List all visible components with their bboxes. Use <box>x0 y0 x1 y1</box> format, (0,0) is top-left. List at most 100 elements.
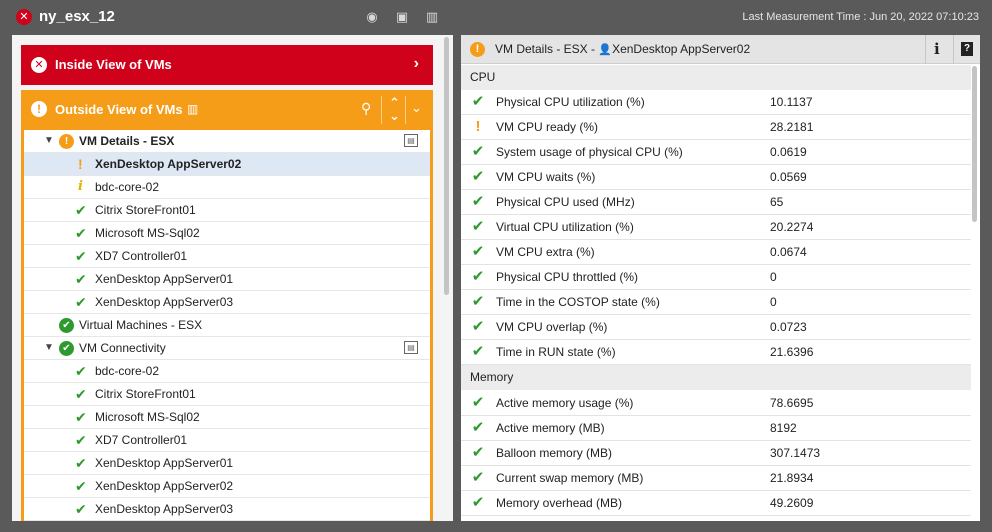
divider <box>953 35 954 64</box>
tree-group-vm-connectivity[interactable]: ▼ ✔ VM Connectivity ▤ <box>24 337 430 360</box>
tree-item[interactable]: ✔ XenDesktop AppServer01 <box>24 452 430 475</box>
tree-item[interactable]: ✔ Microsoft MS-Sql02 <box>24 222 430 245</box>
warning-icon: ! <box>31 101 47 117</box>
right-panel: ! VM Details - ESX - 👤XenDesktop AppServ… <box>461 35 980 521</box>
help-icon[interactable]: ? <box>961 42 973 56</box>
metric-name: Physical CPU throttled (%) <box>496 270 639 284</box>
info-icon: i <box>78 179 83 194</box>
caret-down-icon[interactable]: ▼ <box>44 337 54 359</box>
warning-icon: ! <box>475 118 481 135</box>
metric-value: 65 <box>770 195 784 209</box>
check-icon: ✔ <box>471 469 485 486</box>
tree-item[interactable]: ✔ bdc-core-02 <box>24 360 430 383</box>
metric-row[interactable]: ✔ VM CPU overlap (%) 0.0723 <box>461 315 971 340</box>
tree-item-label: XD7 Controller01 <box>95 249 188 263</box>
check-icon: ✔ <box>75 225 87 241</box>
metric-name: VM CPU waits (%) <box>496 170 596 184</box>
metric-row[interactable]: ! VM CPU ready (%) 28.2181 <box>461 115 971 140</box>
metric-value: 307.1473 <box>770 446 821 460</box>
metric-row[interactable]: ✔ Physical CPU used (MHz) 65 <box>461 190 971 215</box>
metric-row[interactable]: ✔ Virtual CPU utilization (%) 20.2274 <box>461 215 971 240</box>
check-icon: ✔ <box>471 168 485 185</box>
info-icon[interactable]: i <box>934 40 940 58</box>
metric-value: 20.2274 <box>770 220 814 234</box>
metric-row[interactable]: ✔ Physical CPU utilization (%) 10.1137 <box>461 90 971 115</box>
metric-name: VM CPU ready (%) <box>496 120 599 134</box>
check-circle-icon: ✔ <box>59 341 74 356</box>
metric-row[interactable]: ✔ System usage of physical CPU (%) 0.0619 <box>461 140 971 165</box>
metric-name: Physical CPU used (MHz) <box>496 195 635 209</box>
metric-value: 0.0674 <box>770 245 807 259</box>
tree-item-label: Microsoft MS-Sql02 <box>95 226 200 240</box>
report-icon[interactable]: ▤ <box>404 341 418 354</box>
inside-view-bar[interactable]: ✕ Inside View of VMs › <box>21 45 433 85</box>
tree-item-label: XenDesktop AppServer03 <box>95 502 234 516</box>
metric-row[interactable]: ✔ Balloon memory (MB) 307.1473 <box>461 441 971 466</box>
metric-name: VM CPU extra (%) <box>496 245 595 259</box>
tree-group-label: VM Connectivity <box>79 341 166 355</box>
check-icon: ✔ <box>75 202 87 218</box>
metric-row[interactable]: ✔ Time in the COSTOP state (%) 0 <box>461 290 971 315</box>
details-header: ! VM Details - ESX - 👤XenDesktop AppServ… <box>461 35 980 64</box>
outside-view-label: Outside View of VMs <box>55 102 183 117</box>
divider <box>405 96 406 124</box>
caret-down-icon[interactable]: ▼ <box>44 130 54 152</box>
tree-item[interactable]: ✔ XD7 Controller01 <box>24 429 430 452</box>
tree-group-virtual-machines[interactable]: ✔ Virtual Machines - ESX <box>24 314 430 337</box>
left-scrollbar[interactable] <box>444 37 449 295</box>
metric-value: 0 <box>770 270 777 284</box>
chevron-right-icon[interactable]: › <box>414 55 419 73</box>
metric-name: Physical CPU utilization (%) <box>496 95 645 109</box>
metric-row[interactable]: ✔ Physical CPU throttled (%) 0 <box>461 265 971 290</box>
tree-group-label: VM Details - ESX <box>79 134 175 148</box>
metric-row[interactable]: ✔ Active memory (MB) 8192 <box>461 416 971 441</box>
check-icon: ✔ <box>471 143 485 160</box>
check-icon: ✔ <box>75 455 87 471</box>
metric-value: 21.8934 <box>770 471 814 485</box>
check-icon: ✔ <box>75 501 87 517</box>
tree-group-vm-details[interactable]: ▼ ! VM Details - ESX ▤ <box>24 130 430 153</box>
check-icon: ✔ <box>75 294 87 310</box>
tree-item-label: Microsoft MS-Sql02 <box>95 410 200 424</box>
tree-item[interactable]: ✔ XenDesktop AppServer01 <box>24 268 430 291</box>
tree-item[interactable]: ✔ Microsoft MS-Sql02 <box>24 406 430 429</box>
tree-item[interactable]: ✔ Citrix StoreFront01 <box>24 199 430 222</box>
tree-item-label: XenDesktop AppServer01 <box>95 456 234 470</box>
bar-chart-icon[interactable]: ▥ <box>423 9 441 25</box>
check-icon: ✔ <box>75 363 87 379</box>
chevron-down-icon[interactable]: ⌄ <box>411 100 422 116</box>
outside-view-bar[interactable]: ! Outside View of VMs ▥ ⚲ ⌃ ⌄ ⌄ <box>21 90 433 130</box>
metric-row[interactable]: ✔ Memory overhead (MB) 49.2609 <box>461 491 971 516</box>
check-icon: ✔ <box>471 243 485 260</box>
metric-value: 0.0619 <box>770 145 807 159</box>
right-scrollbar[interactable] <box>972 66 977 222</box>
metric-name: Active memory usage (%) <box>496 396 634 410</box>
bar-chart-icon[interactable]: ▥ <box>187 102 198 116</box>
metric-row[interactable]: ✔ Time in RUN state (%) 21.6396 <box>461 340 971 365</box>
metric-row[interactable]: ✔ VM CPU extra (%) 0.0674 <box>461 240 971 265</box>
divider <box>381 96 382 124</box>
tree-item[interactable]: ✔ Citrix StoreFront01 <box>24 383 430 406</box>
tree-item[interactable]: ✔ XD7 Controller01 <box>24 245 430 268</box>
search-icon[interactable]: ⚲ <box>361 100 371 117</box>
alarm-icon[interactable]: ◉ <box>363 9 381 25</box>
metric-name: Time in the COSTOP state (%) <box>496 295 660 309</box>
metric-name: Current swap memory (MB) <box>496 471 644 485</box>
tree-item[interactable]: i bdc-core-02 <box>24 176 430 199</box>
tree-item[interactable]: ✔ XenDesktop AppServer03 <box>24 291 430 314</box>
metric-row[interactable]: ✔ VM CPU waits (%) 0.0569 <box>461 165 971 190</box>
metric-row[interactable]: ✔ Current swap memory (MB) 21.8934 <box>461 466 971 491</box>
report-icon[interactable]: ▤ <box>404 134 418 147</box>
monitor-icon[interactable]: ▣ <box>393 9 411 25</box>
metric-value: 49.2609 <box>770 496 814 510</box>
tree-item[interactable]: ✔ XenDesktop AppServer02 <box>24 475 430 498</box>
metric-value: 10.1137 <box>770 95 813 109</box>
tree-item[interactable]: ✔ XenDesktop AppServer03 <box>24 498 430 521</box>
metric-value: 0 <box>770 295 777 309</box>
user-icon: 👤 <box>598 44 613 56</box>
collapse-all-icon[interactable]: ⌃ ⌄ <box>389 96 400 122</box>
warning-icon: ! <box>59 134 74 149</box>
metric-row[interactable]: ✔ Active memory usage (%) 78.6695 <box>461 391 971 416</box>
details-title: VM Details - ESX - 👤XenDesktop AppServer… <box>495 42 750 56</box>
tree-item[interactable]: ! XenDesktop AppServer02 <box>24 153 430 176</box>
